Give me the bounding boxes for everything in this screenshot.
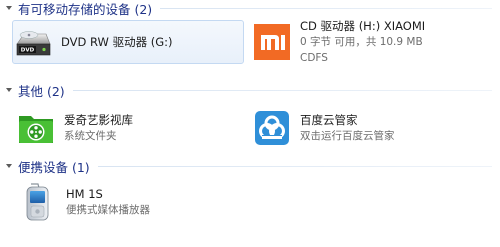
group-title: 有可移动存储的设备 (2) bbox=[18, 1, 153, 17]
group-header-removable-storage[interactable]: 有可移动存储的设备 (2) bbox=[0, 0, 500, 17]
group-header-portable-devices[interactable]: 便携设备 (1) bbox=[0, 158, 500, 175]
group-title: 便携设备 (1) bbox=[18, 159, 90, 175]
collapse-chevron-icon[interactable] bbox=[4, 85, 14, 95]
app-item-baidu-cloud[interactable]: 百度云管家 双击运行百度云管家 bbox=[252, 106, 492, 150]
folder-item-iqiyi[interactable]: 爱奇艺影视库 系统文件夹 bbox=[16, 106, 236, 150]
group-divider bbox=[97, 165, 492, 167]
device-item-hm1s[interactable]: HM 1S 便携式媒体播放器 bbox=[18, 180, 238, 224]
item-name: DVD RW 驱动器 (G:) bbox=[61, 35, 173, 49]
group-divider bbox=[160, 7, 492, 9]
item-description-text: 双击运行百度云管家 bbox=[300, 130, 395, 142]
file-system-text: CDFS bbox=[300, 52, 328, 64]
xiaomi-logo-icon bbox=[252, 22, 292, 62]
dvd-logo-text: DVD bbox=[21, 48, 35, 54]
item-name: 爱奇艺影视库 bbox=[64, 113, 133, 127]
mobile-phone-icon bbox=[18, 182, 58, 222]
group-divider bbox=[72, 89, 492, 91]
iqiyi-library-icon bbox=[16, 108, 56, 148]
collapse-chevron-icon[interactable] bbox=[4, 3, 14, 13]
drive-item-cd-xiaomi[interactable]: CD 驱动器 (H:) XIAOMI 0 字节 可用，共 10.9 MB CDF… bbox=[252, 19, 492, 64]
drive-item-dvd[interactable]: DVD DVD RW 驱动器 (G:) bbox=[12, 20, 244, 64]
item-name: CD 驱动器 (H:) XIAOMI bbox=[300, 19, 426, 33]
item-type-text: 系统文件夹 bbox=[64, 130, 117, 142]
group-header-other[interactable]: 其他 (2) bbox=[0, 82, 500, 99]
drive-space-text: 0 字节 可用，共 10.9 MB bbox=[300, 36, 423, 48]
item-type-text: 便携式媒体播放器 bbox=[66, 204, 150, 216]
dvd-drive-icon: DVD bbox=[13, 22, 53, 62]
group-title: 其他 (2) bbox=[18, 83, 65, 99]
baidu-cloud-icon bbox=[252, 108, 292, 148]
collapse-chevron-icon[interactable] bbox=[4, 161, 14, 171]
item-name: 百度云管家 bbox=[300, 113, 358, 127]
item-name: HM 1S bbox=[66, 187, 103, 201]
